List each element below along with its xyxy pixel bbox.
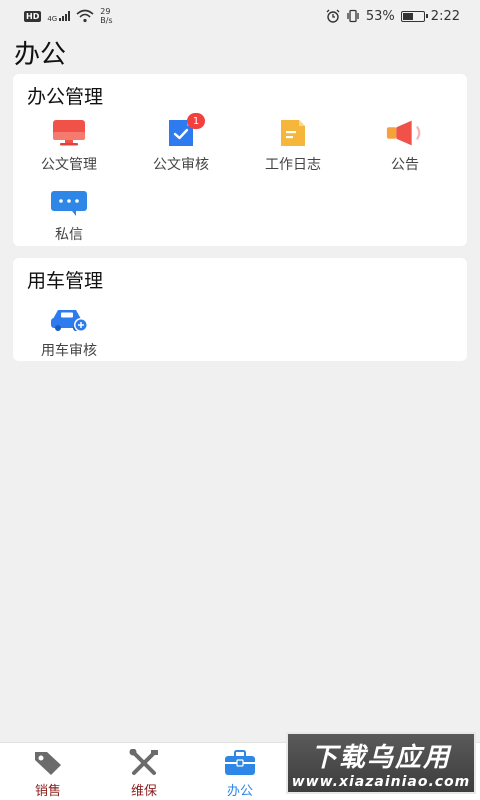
network-type: 4G [47, 15, 58, 23]
battery-percent: 53% [365, 8, 395, 24]
document-check-icon: 1 [161, 113, 205, 148]
vibrate-icon [347, 9, 359, 23]
tile-work-log[interactable]: 工作日志 [237, 118, 349, 174]
speed-value: 29 [100, 7, 111, 16]
tile-label: 用车审核 [41, 343, 97, 359]
clock: 2:22 [430, 8, 460, 24]
tile-document-review[interactable]: 1 公文审核 [125, 113, 237, 174]
battery-level [402, 12, 414, 20]
monitor-icon [49, 118, 89, 148]
notification-badge: 1 [187, 113, 205, 129]
nav-label: 维保 [130, 784, 157, 799]
tile-private-message[interactable]: 私信 [13, 188, 125, 244]
megaphone-icon [385, 118, 425, 148]
watermark-logo: 下载乌应用 www.xiazainiao.com [286, 732, 476, 794]
tile-car-review[interactable]: 用车审核 [13, 304, 125, 360]
network-speed: 29 B/s [100, 7, 112, 25]
battery-icon [400, 10, 428, 22]
office-management-title: 办公管理 [27, 86, 104, 108]
tile-label: 私信 [55, 227, 83, 243]
tile-label: 公文管理 [41, 157, 97, 173]
cell-signal-icon [59, 11, 71, 21]
nav-item-sales[interactable]: 销售 [0, 749, 96, 799]
watermark-url: www.xiazainiao.com [291, 773, 471, 790]
status-right: 53% 2:22 [326, 9, 460, 24]
hd-badge: HD [24, 10, 42, 22]
nav-item-maintenance[interactable]: 维保 [96, 749, 192, 799]
status-left: HD 4G 29 B/s [24, 7, 113, 25]
car-management-card: 用车管理 用车审核 [13, 258, 467, 361]
tile-label: 工作日志 [265, 157, 321, 173]
page-title: 办公 [14, 40, 67, 70]
office-management-card: 办公管理 公文管理 1 公文审核 工作日志 公告 私信 [13, 74, 467, 246]
chat-bubble-icon [49, 188, 89, 218]
car-icon [49, 304, 89, 334]
nav-item-office[interactable]: 办公 [192, 749, 288, 799]
watermark-main: 下载乌应用 [310, 742, 451, 773]
bottom-nav: 销售 维保 办公 下载乌应用 www.xiazainiao.com [0, 732, 480, 800]
tile-document-management[interactable]: 公文管理 [13, 118, 125, 174]
car-management-title: 用车管理 [27, 270, 104, 292]
speed-unit: B/s [100, 16, 113, 25]
notepad-icon [273, 118, 313, 148]
wifi-icon [76, 9, 94, 23]
tools-icon [127, 749, 161, 777]
alarm-icon [326, 9, 340, 23]
nav-label: 办公 [226, 784, 253, 799]
tile-label: 公告 [391, 157, 419, 173]
nav-label: 销售 [34, 784, 61, 799]
briefcase-icon [223, 749, 257, 777]
status-bar: HD 4G 29 B/s 53% 2:22 [0, 0, 480, 32]
tile-announcement[interactable]: 公告 [349, 118, 461, 174]
tile-label: 公文审核 [153, 157, 209, 173]
price-tag-icon [31, 749, 65, 777]
